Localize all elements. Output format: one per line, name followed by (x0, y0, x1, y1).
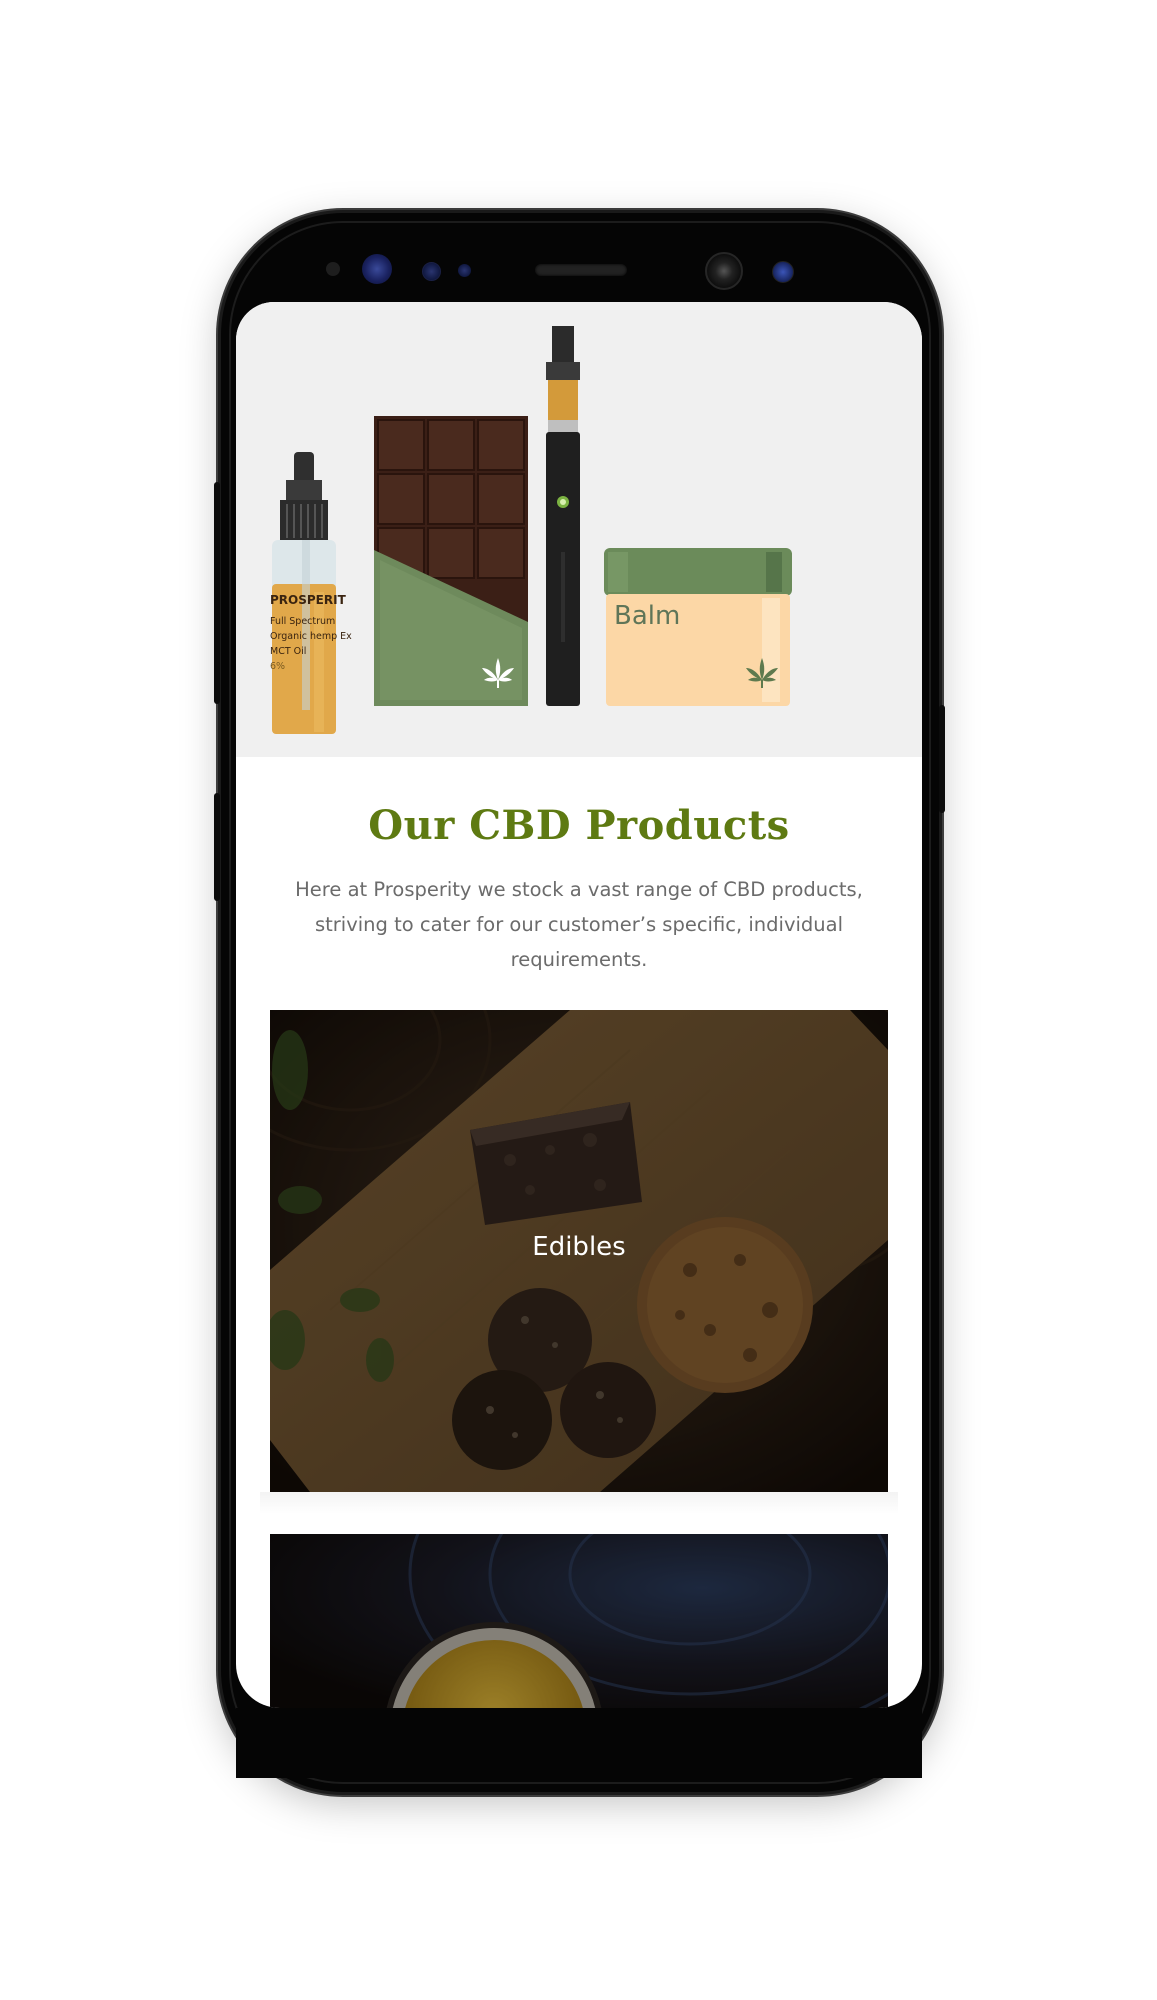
svg-text:MCT Oil: MCT Oil (270, 646, 306, 657)
card-divider (260, 1492, 898, 1514)
sensor-dot (458, 264, 471, 277)
earpiece-speaker (535, 264, 627, 276)
front-camera-icon (705, 252, 743, 290)
cbd-chocolate-bar-icon (374, 416, 528, 706)
proximity-sensor (326, 262, 340, 276)
phone-screen[interactable]: PROSPERIT Full Spectrum Organic hemp Ex … (236, 302, 922, 1708)
power-button (939, 705, 945, 813)
product-card-next[interactable] (270, 1534, 888, 1708)
section-description: Here at Prosperity we stock a vast range… (295, 878, 863, 971)
product-photo (270, 1534, 888, 1708)
light-sensor (422, 262, 441, 281)
iris-scanner-icon (362, 254, 392, 284)
cbd-balm-jar-icon: Balm (604, 548, 792, 706)
iris-led (772, 261, 794, 283)
product-label-edibles[interactable]: Edibles (270, 1232, 888, 1262)
phone-chin (236, 1708, 922, 1778)
side-key (214, 793, 220, 901)
balm-label: Balm (614, 601, 680, 631)
vape-pen-icon (546, 326, 580, 706)
product-card-edibles[interactable]: Edibles (270, 1010, 888, 1492)
cbd-oil-bottle-icon: PROSPERIT Full Spectrum Organic hemp Ex … (270, 452, 352, 734)
section-title: Our CBD Products (368, 802, 790, 849)
svg-text:Full Spectrum: Full Spectrum (270, 616, 335, 627)
svg-text:6%: 6% (270, 661, 285, 672)
volume-button (214, 482, 220, 704)
hero-products-illustration: PROSPERIT Full Spectrum Organic hemp Ex … (236, 302, 922, 757)
oil-brand-text: PROSPERIT (270, 593, 347, 607)
svg-text:Organic hemp Ex: Organic hemp Ex (270, 631, 352, 642)
